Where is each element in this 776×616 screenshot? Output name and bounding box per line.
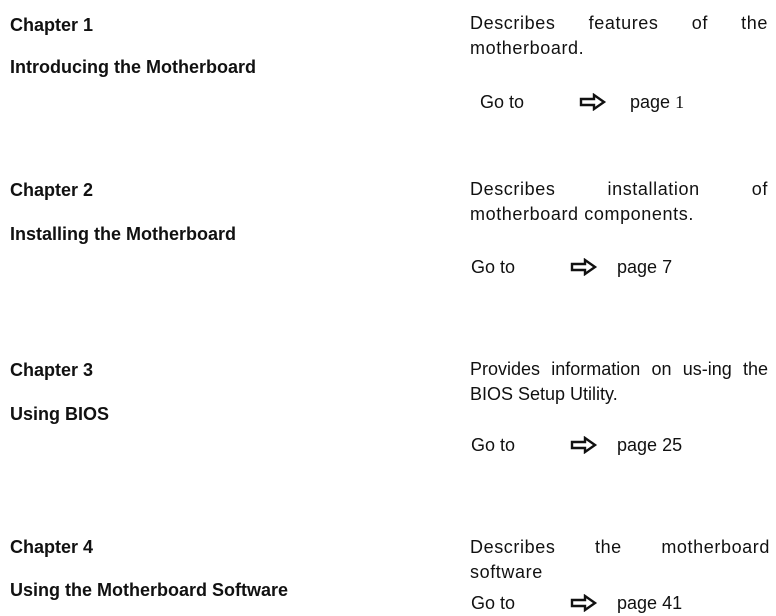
page-number: 41 <box>662 593 683 613</box>
chapter-title: Introducing the Motherboard <box>10 57 256 77</box>
right-arrow-icon <box>570 594 598 612</box>
page-word: page <box>630 92 671 112</box>
page-word: page <box>617 593 658 613</box>
right-arrow-icon <box>570 258 598 276</box>
right-arrow-icon <box>579 93 607 111</box>
chapter-title: Using the Motherboard Software <box>10 580 289 600</box>
goto-label: Go to <box>471 593 516 613</box>
chapter-description: Describes features of the motherboard. <box>470 13 768 58</box>
goto-label: Go to <box>471 435 516 455</box>
document-page: { "chapters": [ { "number_label": "Chapt… <box>0 0 776 616</box>
goto-page-link[interactable]: Go to page 7 <box>471 256 731 280</box>
page-number: 1 <box>675 92 685 112</box>
goto-page-link[interactable]: Go to page 41 <box>471 592 731 616</box>
goto-label: Go to <box>480 92 525 112</box>
chapter-description: Describes installation of motherboard co… <box>470 179 768 224</box>
chapter-number: Chapter 1 <box>10 15 94 35</box>
page-number: 25 <box>662 435 683 455</box>
chapter-number: Chapter 2 <box>10 180 94 200</box>
chapter-description: Provides information on us-ing the BIOS … <box>470 359 768 404</box>
chapter-number: Chapter 4 <box>10 537 94 557</box>
chapter-number: Chapter 3 <box>10 360 94 380</box>
right-arrow-icon <box>570 436 598 454</box>
chapter-title: Installing the Motherboard <box>10 224 237 244</box>
page-word: page <box>617 257 658 277</box>
page-word: page <box>617 435 658 455</box>
goto-label: Go to <box>471 257 516 277</box>
goto-page-link[interactable]: Go to page 1 <box>480 91 740 115</box>
goto-page-link[interactable]: Go to page 25 <box>471 434 731 458</box>
page-number: 7 <box>662 257 673 277</box>
chapter-title: Using BIOS <box>10 404 110 424</box>
chapter-description: Describes the motherboard software <box>470 537 770 582</box>
